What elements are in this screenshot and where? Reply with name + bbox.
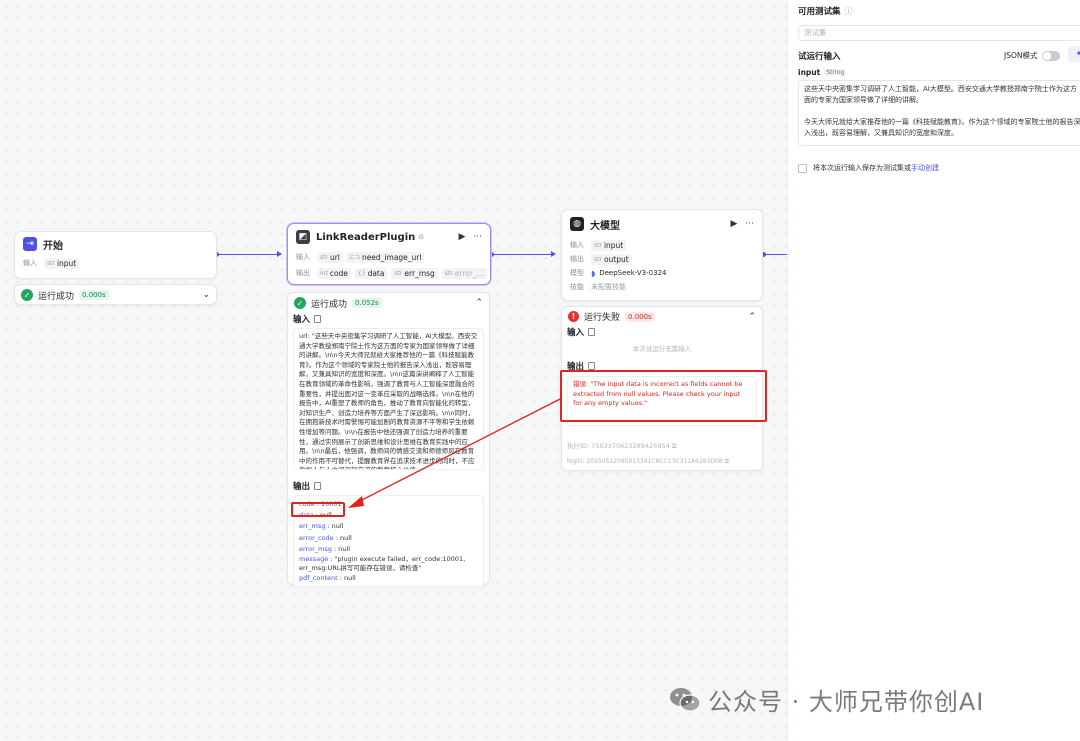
- annotation-box-error: [560, 370, 767, 422]
- output-label: 输出: [570, 255, 584, 263]
- input-label: 输入: [23, 259, 37, 267]
- log-id: logID: 20250512095013341C8CC13C311A6283D…: [567, 458, 729, 465]
- test-run-panel: 可用测试集 ⓘ 测试集 试运行输入 JSON模式 ✦ input String …: [787, 0, 1080, 741]
- start-node[interactable]: ⇥ 开始 输入 str input: [14, 231, 217, 279]
- run-icon[interactable]: ▶: [458, 232, 465, 242]
- toggle-switch[interactable]: [1041, 50, 1060, 61]
- chevron-down-icon[interactable]: ⌄: [202, 290, 210, 300]
- watermark: 公众号 · 大师兄带你创AI: [668, 682, 984, 717]
- input-label: 输入: [570, 241, 584, 249]
- llm-node-title: 大模型: [590, 220, 620, 232]
- output-row: error_msg : null: [299, 544, 351, 553]
- json-mode-toggle[interactable]: JSON模式: [1004, 50, 1060, 61]
- copy-icon[interactable]: [314, 482, 322, 490]
- plugin-node-title: LinkReaderPlugin: [316, 231, 416, 243]
- testset-select[interactable]: 测试集: [798, 25, 1080, 41]
- model-name: DeepSeek-V3-0324: [599, 269, 667, 277]
- testset-header: 可用测试集 ⓘ: [798, 6, 853, 18]
- input-textarea[interactable]: 这些天中央密集学习调研了人工智能，AI大模型。西安交通大学教授郑南宁院士作为这方…: [798, 80, 1080, 146]
- param-tag: str input: [44, 257, 80, 269]
- more-icon[interactable]: ···: [473, 232, 482, 242]
- param-tag: str input: [591, 239, 627, 251]
- skill-label: 技能: [570, 283, 584, 291]
- run-time-badge: 0.000s: [79, 290, 109, 300]
- param-tag: {} data: [354, 267, 388, 279]
- edge-plugin-to-llm: [491, 254, 554, 255]
- output-row: err_msg : null: [299, 522, 344, 531]
- param-tag: int code: [317, 267, 351, 279]
- magic-button[interactable]: ✦: [1068, 46, 1080, 62]
- info-icon: ⓘ: [844, 6, 853, 16]
- plugin-node[interactable]: ◩ LinkReaderPlugin ⊙ ▶ ··· 输入 str url ⊏⊐ n…: [287, 223, 491, 285]
- success-icon: ✓: [21, 289, 33, 301]
- model-label: 模型: [570, 269, 584, 277]
- manual-create-link[interactable]: 手动创建: [911, 164, 939, 172]
- start-node-title: 开始: [43, 240, 63, 252]
- no-input-text: 本次试运行无需输入: [632, 345, 692, 353]
- llm-node[interactable]: ◍ 大模型 ▶ ··· 输入 str input 输出 str output 模型 …: [561, 209, 763, 301]
- input-section-title: 输入: [293, 313, 484, 325]
- run-icon[interactable]: ▶: [730, 219, 737, 229]
- status-text: 运行成功: [38, 291, 75, 302]
- deepseek-icon: ◗: [591, 268, 596, 278]
- start-run-status[interactable]: ✓ 运行成功 0.000s ⌄: [14, 284, 217, 305]
- edge-start-to-plugin: [217, 254, 281, 255]
- input-param-header: input String: [798, 68, 847, 77]
- input-section-title: 输入: [567, 326, 757, 338]
- status-text: 运行失败: [584, 313, 621, 323]
- skill-value: 未配置技能: [591, 283, 626, 291]
- more-icon[interactable]: ···: [745, 219, 754, 229]
- llm-icon: ◍: [570, 217, 584, 231]
- chevron-up-icon[interactable]: ⌃: [475, 298, 483, 308]
- save-checkbox[interactable]: [798, 163, 807, 173]
- save-as-testset: 将本次运行输入保存为测试集或手动创建: [798, 163, 939, 173]
- copy-icon[interactable]: [588, 328, 596, 336]
- plugin-icon: ◩: [296, 230, 310, 244]
- param-tag: str error_...: [441, 267, 487, 279]
- input-label: 输入: [296, 253, 310, 261]
- start-icon: ⇥: [23, 237, 37, 251]
- error-icon: !: [568, 311, 579, 322]
- chevron-up-icon[interactable]: ⌃: [748, 312, 756, 322]
- edge-arrow: [551, 251, 556, 257]
- run-time-badge: 0.000s: [625, 311, 655, 322]
- info-icon: ⊙: [418, 233, 425, 241]
- output-row: error_code : null: [299, 533, 352, 542]
- wechat-icon: [670, 687, 701, 712]
- copy-icon[interactable]: [588, 362, 596, 370]
- watermark-text: 公众号 · 大师兄带你创AI: [708, 688, 985, 716]
- param-tag: str err_msg: [391, 267, 438, 279]
- annotation-arrow: [348, 397, 563, 508]
- copy-icon[interactable]: ⧉: [672, 442, 677, 450]
- exec-id: 执行ID: 7503370623289425954 ⧉: [567, 442, 677, 450]
- param-tag: ⊏⊐ need_image_url: [346, 251, 425, 263]
- output-row: pdf_content : null: [299, 574, 356, 583]
- output-label: 输出: [296, 269, 310, 277]
- status-text: 运行成功: [311, 299, 348, 310]
- copy-icon[interactable]: [314, 315, 322, 323]
- output-row: message : "plugin execute failed，err_cod…: [299, 555, 466, 573]
- success-icon: ✓: [294, 297, 306, 309]
- edge-arrow: [277, 251, 282, 257]
- param-tag: str output: [591, 253, 632, 265]
- copy-icon[interactable]: ⧉: [725, 458, 729, 465]
- annotation-box-data-null: [291, 502, 345, 517]
- edge-llm-to-next: [763, 254, 787, 255]
- param-tag: str url: [317, 251, 343, 263]
- run-time-badge: 0.052s: [352, 298, 382, 308]
- trial-input-title: 试运行输入: [798, 52, 841, 62]
